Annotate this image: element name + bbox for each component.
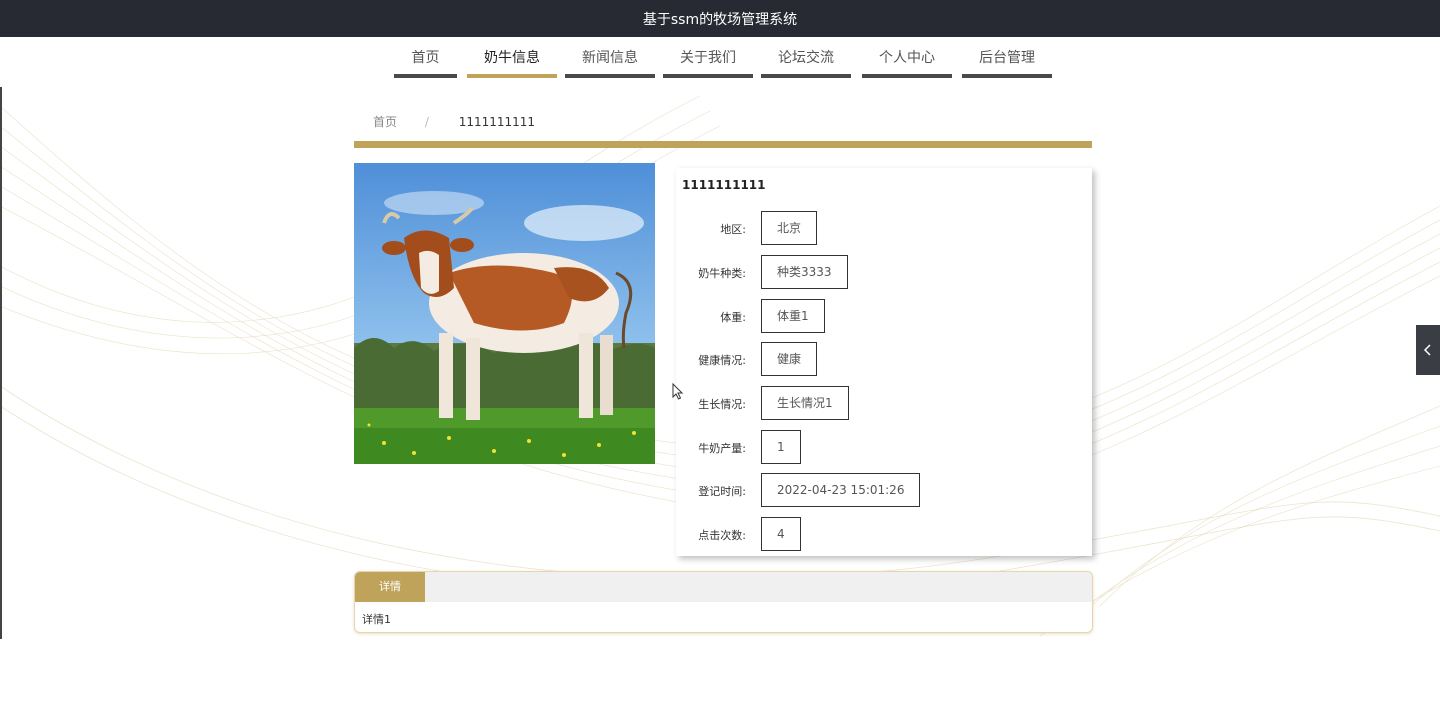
nav-item-label: 关于我们 xyxy=(680,50,736,66)
field-label: 健康情况: xyxy=(698,354,746,367)
field-value: 4 xyxy=(761,517,801,551)
cow-title: 1111111111 xyxy=(682,178,766,192)
top-header: 基于ssm的牧场管理系统 xyxy=(0,0,1440,37)
nav-item-admin[interactable]: 后台管理 xyxy=(962,47,1052,78)
nav-item-forum[interactable]: 论坛交流 xyxy=(761,47,851,78)
nav-item-label: 论坛交流 xyxy=(778,50,834,66)
nav-underline-active xyxy=(467,74,557,78)
field-label: 地区: xyxy=(720,223,746,236)
breadcrumb-home[interactable]: 首页 xyxy=(373,115,397,129)
field-value: 健康 xyxy=(761,342,818,376)
field-label: 体重: xyxy=(720,311,746,324)
cow-info-card: 1111111111 地区: 北京 奶牛种类: 种类3333 体重: 体重1 健… xyxy=(676,168,1092,556)
tab-detail[interactable]: 详情 xyxy=(355,572,425,602)
breadcrumb-current: 1111111111 xyxy=(458,115,536,129)
field-label: 牛奶产量: xyxy=(698,442,746,455)
breadcrumb: 首页 / 1111111111 xyxy=(373,113,535,130)
nav-item-label: 后台管理 xyxy=(979,50,1035,66)
nav-item-label: 个人中心 xyxy=(879,50,935,66)
detail-panel: 详情 详情1 xyxy=(354,571,1093,633)
field-label: 点击次数: xyxy=(698,529,746,542)
nav-item-cow-info[interactable]: 奶牛信息 xyxy=(467,47,557,78)
detail-tab-strip xyxy=(355,572,1092,602)
mouse-pointer-icon xyxy=(672,383,684,400)
field-label: 生长情况: xyxy=(698,398,746,411)
field-value: 1 xyxy=(761,430,801,464)
nav-item-about[interactable]: 关于我们 xyxy=(663,47,753,78)
nav-item-profile[interactable]: 个人中心 xyxy=(862,47,952,78)
side-panel-toggle[interactable] xyxy=(1416,325,1440,375)
chevron-left-icon xyxy=(1423,344,1431,356)
nav-item-label: 奶牛信息 xyxy=(484,50,540,66)
nav-underline xyxy=(565,74,655,78)
nav-item-news[interactable]: 新闻信息 xyxy=(565,47,655,78)
left-edge-line xyxy=(0,86,2,639)
field-value: 生长情况1 xyxy=(761,386,849,420)
section-divider xyxy=(354,141,1092,148)
nav-item-home[interactable]: 首页 xyxy=(394,47,457,78)
cow-photo xyxy=(354,163,655,464)
nav-underline xyxy=(761,74,851,78)
nav-item-label: 新闻信息 xyxy=(582,50,638,66)
nav-underline xyxy=(862,74,952,78)
detail-content: 详情1 xyxy=(362,613,391,626)
main-nav: 首页 奶牛信息 新闻信息 关于我们 论坛交流 个人中心 后台管理 xyxy=(0,37,1440,87)
nav-underline xyxy=(663,74,753,78)
field-value: 2022-04-23 15:01:26 xyxy=(761,473,921,507)
field-label: 奶牛种类: xyxy=(698,267,746,280)
nav-underline xyxy=(394,74,457,78)
nav-underline xyxy=(962,74,1052,78)
field-value: 北京 xyxy=(761,211,818,245)
field-value: 种类3333 xyxy=(761,255,848,289)
field-label: 登记时间: xyxy=(698,485,746,498)
nav-item-label: 首页 xyxy=(411,50,440,66)
site-title: 基于ssm的牧场管理系统 xyxy=(642,11,798,28)
breadcrumb-separator: / xyxy=(424,115,429,129)
field-value: 体重1 xyxy=(761,299,825,333)
